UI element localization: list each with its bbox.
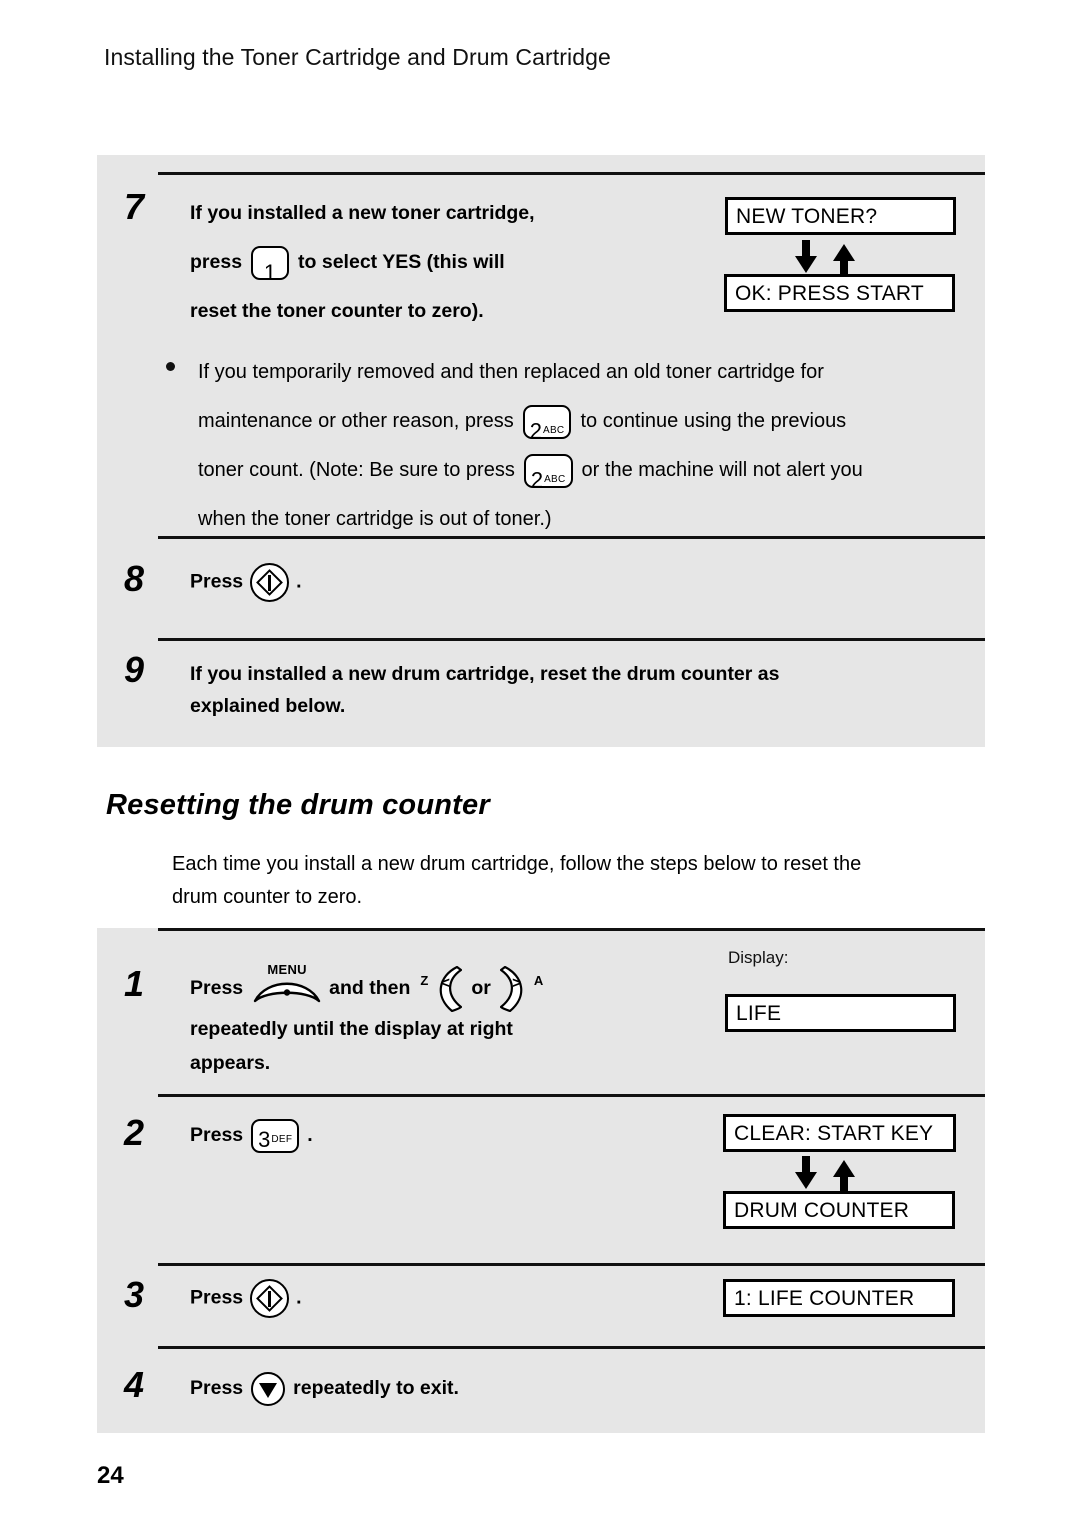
step-7-line2-post: to select YES (this will (298, 251, 505, 273)
bullet-text: If you temporarily removed and then repl… (198, 348, 976, 544)
start-key-icon-2[interactable] (250, 1279, 290, 1318)
manual-page: Installing the Toner Cartridge and Drum … (0, 0, 1080, 1529)
display-drum-counter: DRUM COUNTER (723, 1191, 955, 1229)
drum-step-3-period: . (296, 1286, 302, 1309)
section-intro: Each time you install a new drum cartrid… (172, 848, 972, 914)
drum-step-1-press-label: Press (190, 977, 244, 1000)
numeric-key-3-def[interactable]: 3DEF (251, 1118, 300, 1153)
display-label: Display: (728, 948, 789, 967)
menu-arc-icon (253, 982, 321, 1003)
page-title: Installing the Toner Cartridge and Drum … (104, 44, 611, 70)
bullet-icon (166, 362, 175, 371)
step-7-number: 7 (124, 186, 145, 227)
drum-step-4-line: Press repeatedly to exit. (190, 1370, 459, 1406)
divider-step7 (158, 172, 985, 175)
start-key-icon[interactable] (250, 563, 290, 602)
numeric-key-2-digit-2: 2 (530, 467, 544, 493)
section-heading: Resetting the drum counter (106, 789, 490, 821)
step-8-body: Press. (190, 563, 302, 602)
bullet-seg3: to continue using the previous (580, 410, 847, 432)
step-9-line2: explained below. (190, 695, 346, 717)
menu-key[interactable]: MENU (253, 962, 321, 1010)
drum-step-1-body: Press MENU and then Z < or > A repeatedl… (190, 962, 544, 1079)
stop-key-icon[interactable] (251, 1371, 286, 1406)
right-arrow-glyph: > (512, 975, 522, 992)
right-arrow-key[interactable]: > (499, 966, 534, 1012)
step-7-line1: If you installed a new toner cartridge, (190, 202, 535, 224)
divider-step8 (158, 536, 985, 539)
bullet-line3: toner count. (Note: Be sure to press 2ABC… (198, 446, 976, 495)
display-life: LIFE (725, 994, 956, 1032)
drum-step-2-number: 2 (124, 1112, 145, 1153)
section-intro-line1: Each time you install a new drum cartrid… (172, 853, 862, 875)
drum-step-1-line1: Press MENU and then Z < or > A (190, 962, 544, 1012)
drum-step-2-line: Press 3DEF. (190, 1117, 313, 1153)
drum-step-4-number: 4 (124, 1364, 145, 1405)
drum-step-1-line2: repeatedly until the display at right (190, 1018, 513, 1040)
drum-step-2-body: Press 3DEF. (190, 1117, 313, 1153)
drum-step-3-press-label: Press (190, 1286, 244, 1309)
numeric-key-2-letters: ABC (542, 425, 565, 437)
display-life-counter: 1: LIFE COUNTER (723, 1279, 955, 1317)
display-clear-start-key: CLEAR: START KEY (723, 1114, 956, 1152)
step-7-line2: press 1 to select YES (this will (190, 238, 535, 287)
drum-step-1-number: 1 (124, 963, 145, 1004)
divider-drum-step3 (158, 1263, 985, 1266)
step-7-body: If you installed a new toner cartridge, … (190, 189, 535, 336)
right-key-tag-a: A (533, 973, 544, 988)
display-transition-arrows-2 (795, 1156, 857, 1196)
bullet-line2: maintenance or other reason, press 2ABC to… (198, 397, 976, 446)
left-key-tag-z: Z (420, 973, 429, 988)
drum-step-2-period: . (307, 1124, 313, 1146)
left-arrow-key[interactable]: < (428, 966, 463, 1012)
divider-drum-step4 (158, 1346, 985, 1349)
step-8-line: Press. (190, 563, 302, 602)
arrow-down-icon (795, 256, 817, 273)
display-new-toner: NEW TONER? (725, 197, 956, 235)
divider-drum-step1 (158, 928, 985, 931)
divider-drum-step2 (158, 1094, 985, 1097)
numeric-key-1[interactable]: 1 (251, 245, 290, 285)
toner-note-bullet: If you temporarily removed and then repl… (166, 348, 976, 544)
drum-step-1-or: or (471, 977, 491, 1000)
numeric-key-2-digit: 2 (529, 418, 542, 444)
start-bar-icon-2 (268, 1290, 272, 1307)
arrow-down-icon-2 (795, 1172, 817, 1189)
drum-step-4-post: repeatedly to exit. (293, 1377, 459, 1399)
drum-step-3-line: Press. (190, 1279, 302, 1318)
step-9-number: 9 (124, 649, 145, 690)
step-9-line1: If you installed a new drum cartridge, r… (190, 663, 780, 685)
drum-step-3-number: 3 (124, 1274, 145, 1315)
section-intro-line2: drum counter to zero. (172, 886, 363, 908)
bullet-seg4: toner count. (Note: Be sure to press (198, 459, 515, 481)
drum-step-1-line3: appears. (190, 1052, 271, 1074)
page-number: 24 (97, 1462, 124, 1489)
step-8-period: . (296, 570, 302, 593)
drum-step-2-press-label: Press (190, 1124, 244, 1146)
numeric-key-2-abc-second[interactable]: 2ABC (523, 453, 573, 492)
drum-step-4-press-label: Press (190, 1377, 244, 1399)
numeric-key-3-letters: DEF (271, 1133, 293, 1145)
drum-step-3-body: Press. (190, 1279, 302, 1318)
step-8-number: 8 (124, 558, 145, 599)
display-ok-press-start: OK: PRESS START (724, 274, 955, 312)
numeric-key-1-digit: 1 (263, 259, 277, 285)
step-7-line3: reset the toner counter to zero). (190, 300, 484, 322)
numeric-key-2-abc-first[interactable]: 2ABC (522, 404, 572, 443)
bullet-seg5: or the machine will not alert you (581, 459, 863, 481)
bullet-seg2: maintenance or other reason, press (198, 410, 514, 432)
divider-step9 (158, 638, 985, 641)
drum-step-1-mid: and then (329, 977, 411, 1000)
numeric-key-2-letters-2: ABC (544, 474, 566, 486)
bullet-line1: If you temporarily removed and then repl… (198, 361, 824, 383)
step-7-press-label: press (190, 251, 243, 273)
drum-step-4-body: Press repeatedly to exit. (190, 1370, 459, 1406)
stop-triangle-icon (259, 1382, 278, 1398)
left-arrow-glyph: < (440, 975, 451, 992)
start-bar-icon (268, 574, 272, 591)
step-8-press-label: Press (190, 570, 244, 593)
step-9-body: If you installed a new drum cartridge, r… (190, 658, 779, 722)
numeric-key-3-digit: 3 (258, 1126, 271, 1152)
